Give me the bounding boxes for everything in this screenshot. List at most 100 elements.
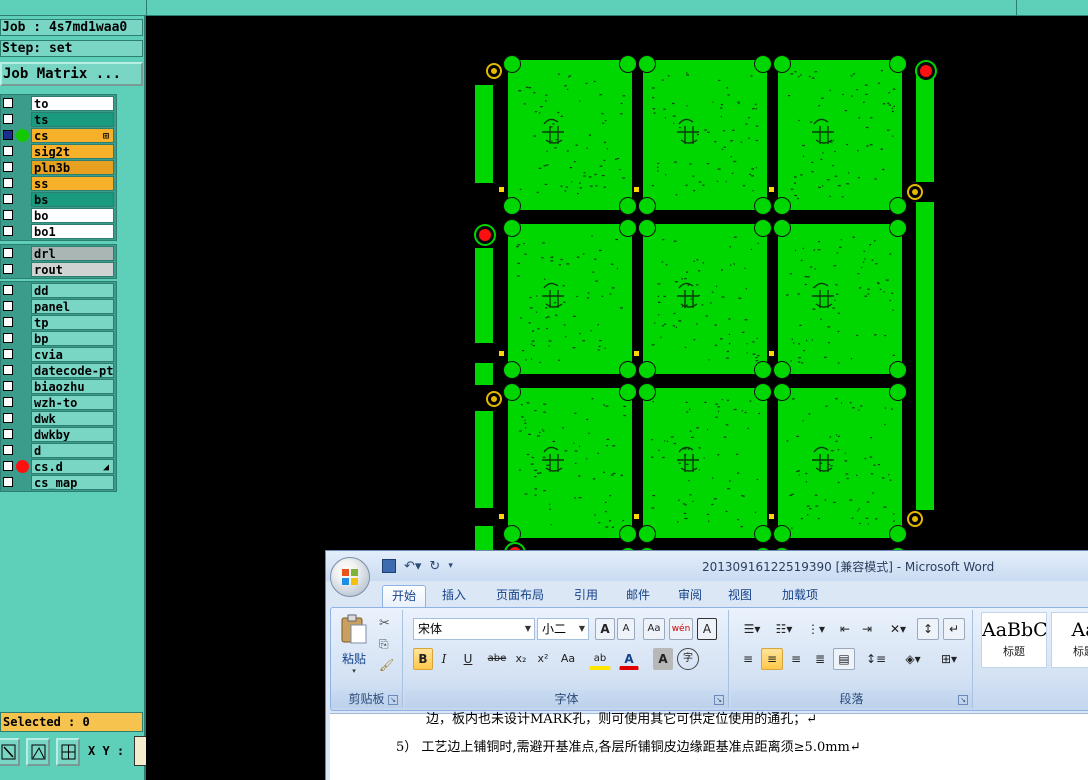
layer-name[interactable]: wzh-to [31,395,114,410]
subscript-button[interactable]: x₂ [511,648,531,670]
align-left-icon[interactable]: ≡ [737,648,759,670]
distributed-icon[interactable]: ▤ [833,648,855,670]
layer-row[interactable]: rout [1,261,116,277]
customize-qat-icon[interactable]: ▾ [448,561,453,571]
style-heading-card[interactable]: Aa 标题 [1051,612,1088,668]
layer-checkbox[interactable] [3,429,13,439]
style-heading-card[interactable]: AaBbC 标题 [981,612,1047,668]
layer-checkbox[interactable] [3,461,13,471]
shrink-font-button[interactable]: A [617,618,635,640]
layer-row[interactable]: dwkby [1,426,116,442]
layer-row[interactable]: datecode-ptc [1,362,116,378]
paste-button[interactable]: 粘贴 ▾ [337,614,371,680]
layer-row[interactable]: drl [1,245,116,261]
format-painter-icon[interactable]: 🖌 [379,658,394,672]
save-icon[interactable] [382,559,396,573]
borders-icon[interactable]: ⊞▾ [933,648,965,670]
justify-icon[interactable]: ≣ [809,648,831,670]
layer-checkbox[interactable] [3,146,13,156]
ribbon-tab[interactable]: 开始 [382,585,426,607]
ribbon-tab[interactable]: 加载项 [772,585,828,607]
ribbon-tab[interactable]: 视图 [720,585,760,607]
redo-icon[interactable]: ↻ [429,559,440,574]
grow-font-button[interactable]: A [595,618,615,640]
superscript-button[interactable]: x² [533,648,553,670]
layer-name[interactable]: sig2t [31,144,114,159]
line-spacing-icon[interactable]: ↕≡ [861,648,891,670]
layer-name[interactable]: bo1 [31,224,114,239]
layer-checkbox[interactable] [3,114,13,124]
grid-button[interactable] [56,738,80,766]
layer-row[interactable]: bo1 [1,223,116,239]
ribbon-tab[interactable]: 引用 [566,585,606,607]
layer-row[interactable]: biaozhu [1,378,116,394]
cut-icon[interactable]: ✂ [379,616,390,631]
shading-icon[interactable]: ◈▾ [897,648,929,670]
layer-row[interactable]: tp [1,314,116,330]
font-color-button[interactable]: A [619,648,639,670]
char-border-button[interactable]: A [697,618,717,640]
layer-row[interactable]: cs.d ◢ [1,458,116,474]
numbering-icon[interactable]: ☷▾ [769,618,799,640]
layer-checkbox[interactable] [3,285,13,295]
layer-name[interactable]: ss [31,176,114,191]
layer-row[interactable]: ts [1,111,116,127]
layer-name[interactable]: datecode-ptc [31,363,114,378]
sort-icon[interactable]: ↕ [917,618,939,640]
layer-name[interactable]: bp [31,331,114,346]
increase-indent-icon[interactable]: ⇥ [857,618,877,640]
layer-row[interactable]: pln3b [1,159,116,175]
font-size-combo[interactable]: 小二 ▼ [537,618,589,640]
layer-name[interactable]: panel [31,299,114,314]
layer-row[interactable]: cvia [1,346,116,362]
show-marks-icon[interactable]: ↵ [943,618,965,640]
layer-checkbox[interactable] [3,413,13,423]
layer-row[interactable]: dd [1,282,116,298]
multilevel-list-icon[interactable]: ⋮▾ [801,618,831,640]
layer-name[interactable]: bo [31,208,114,223]
align-center-icon[interactable]: ≡ [761,648,783,670]
enclose-char-button[interactable]: 字 [677,648,699,670]
layer-name[interactable]: bs [31,192,114,207]
layer-row[interactable]: sig2t [1,143,116,159]
layer-checkbox[interactable] [3,264,13,274]
layer-checkbox[interactable] [3,162,13,172]
decrease-indent-icon[interactable]: ⇤ [835,618,855,640]
layer-checkbox[interactable] [3,301,13,311]
layer-checkbox[interactable] [3,349,13,359]
italic-button[interactable]: I [435,648,453,670]
layer-row[interactable]: panel [1,298,116,314]
clipboard-launcher-icon[interactable]: ↘ [388,695,398,705]
layer-row[interactable]: bp [1,330,116,346]
layer-name[interactable]: dwkby [31,427,114,442]
layer-name[interactable]: cvia [31,347,114,362]
layer-name[interactable]: drl [31,246,114,261]
layer-row[interactable]: bo [1,207,116,223]
layer-row[interactable]: to [1,95,116,111]
layer-checkbox[interactable] [3,178,13,188]
layer-checkbox[interactable] [3,194,13,204]
layer-checkbox[interactable] [3,317,13,327]
align-right-icon[interactable]: ≡ [785,648,807,670]
char-shading-button[interactable]: A [653,648,673,670]
layer-checkbox[interactable] [3,381,13,391]
zoom-fit-button[interactable] [0,738,20,766]
layer-checkbox[interactable] [3,98,13,108]
layer-row[interactable]: ss [1,175,116,191]
underline-button[interactable]: U [455,648,481,670]
layer-checkbox[interactable] [3,477,13,487]
layer-name[interactable]: biaozhu [31,379,114,394]
phonetic-guide-button[interactable]: wén [669,618,693,640]
layer-name[interactable]: cs_map [31,475,114,490]
layer-row[interactable]: wzh-to [1,394,116,410]
layer-row[interactable]: dwk [1,410,116,426]
layer-checkbox[interactable] [3,248,13,258]
layer-checkbox[interactable] [3,333,13,343]
layer-name[interactable]: pln3b [31,160,114,175]
change-case-button[interactable]: Aa [555,648,581,670]
layer-checkbox[interactable] [3,445,13,455]
copy-icon[interactable]: ⎘ [379,637,389,652]
bold-button[interactable]: B [413,648,433,670]
undo-icon[interactable]: ↶▾ [404,559,421,574]
layer-name[interactable]: cs ⊞ [31,128,114,143]
